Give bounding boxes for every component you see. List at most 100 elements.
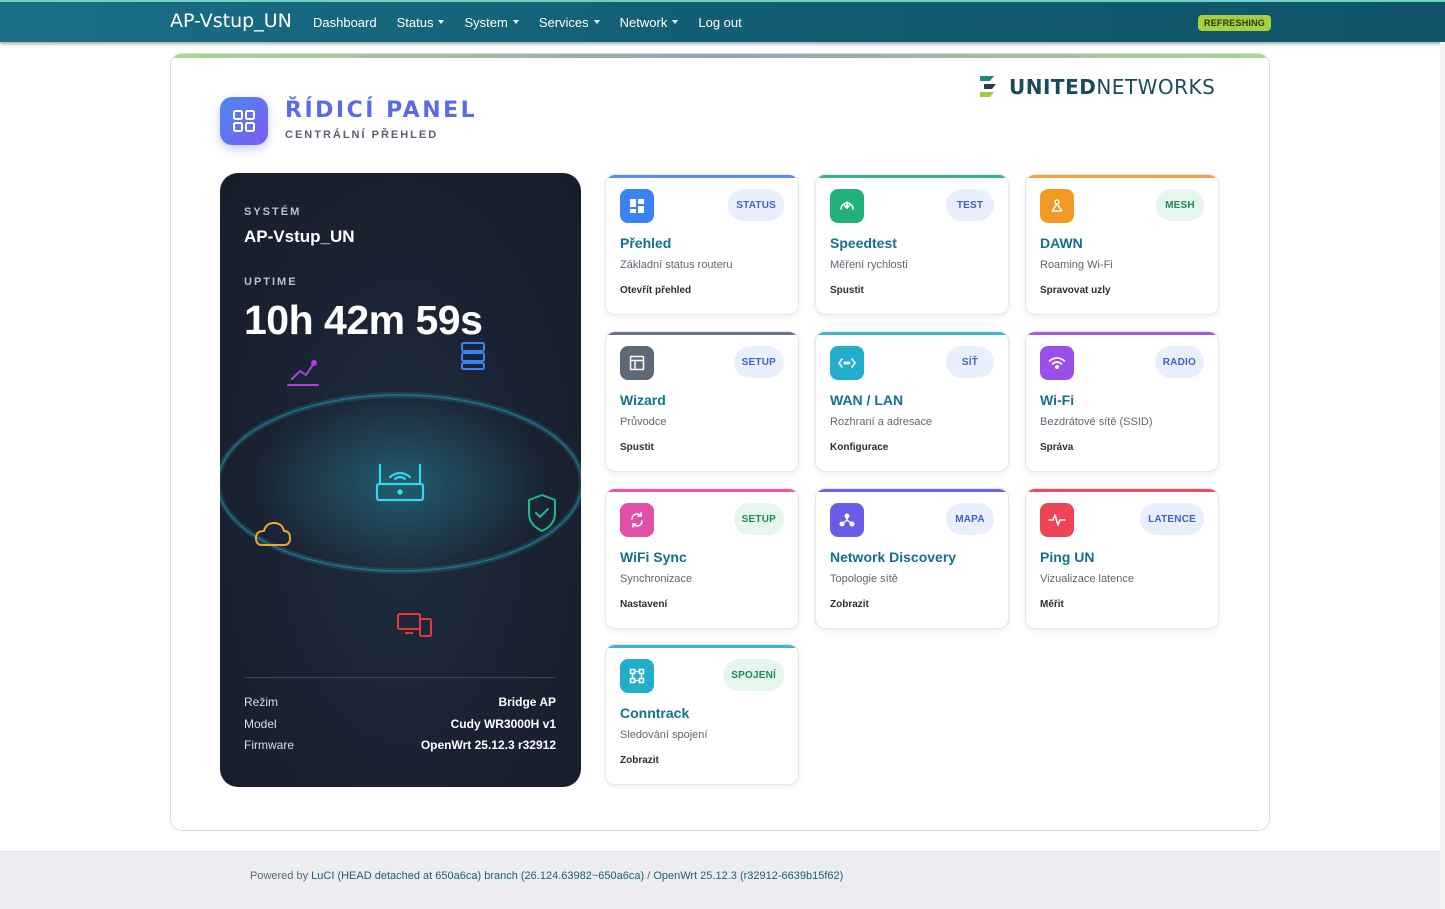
tile-title: DAWN	[1040, 235, 1083, 251]
tile-badge: MESH	[1156, 189, 1204, 221]
tile-action-link[interactable]: Otevřít přehled	[620, 285, 691, 296]
row-value: OpenWrt 25.12.3 r32912	[420, 738, 556, 752]
luci-link[interactable]: LuCI (HEAD detached at 650a6ca) branch (…	[311, 870, 644, 882]
nav-services[interactable]: Services	[539, 15, 600, 30]
row-key: Model	[244, 717, 277, 731]
tile-badge: LATENCE	[1140, 503, 1204, 535]
tile-description: Sledování spojení	[620, 729, 708, 741]
footer-powered: Powered by	[250, 870, 312, 882]
tile-badge: TEST	[946, 189, 994, 221]
tile-title: Conntrack	[620, 705, 690, 721]
row-key: Firmware	[244, 738, 294, 752]
uptime-label: UPTIME	[244, 276, 298, 288]
openwrt-link[interactable]: OpenWrt 25.12.3 (r32912-6639b15f62)	[653, 870, 843, 882]
tile-action-link[interactable]: Spravovat uzly	[1040, 285, 1111, 296]
tile-accent	[1026, 332, 1218, 335]
topology-icon	[830, 503, 864, 537]
tile-action-link[interactable]: Nastavení	[620, 599, 667, 610]
connections-icon	[620, 659, 654, 693]
tile-title: WiFi Sync	[620, 549, 687, 565]
tile-accent	[816, 175, 1008, 178]
tile-dawn[interactable]: MESH DAWN Roaming Wi-Fi Spravovat uzly	[1025, 174, 1219, 315]
system-panel: SYSTÉM AP-Vstup_UN UPTIME 10h 42m 59s Re…	[220, 173, 581, 787]
tile-wifisync[interactable]: SETUP WiFi Sync Synchronizace Nastavení	[605, 488, 799, 629]
caret-down-icon	[593, 20, 600, 24]
tile-description: Synchronizace	[620, 573, 693, 585]
footer-separator: /	[644, 870, 654, 882]
tile-action-link[interactable]: Konfigurace	[830, 442, 888, 453]
nav-label: Services	[538, 14, 589, 30]
brand-hostname[interactable]: AP-Vstup_UN	[170, 10, 292, 32]
tile-description: Roaming Wi-Fi	[1040, 259, 1113, 271]
tile-speedtest[interactable]: TEST Speedtest Měření rychlosti Spustit	[815, 174, 1009, 315]
page-scrollbar[interactable]	[1440, 42, 1445, 909]
tile-description: Topologie sítě	[830, 573, 898, 585]
tile-action-link[interactable]: Zobrazit	[830, 599, 869, 610]
system-row-mode: Režim Bridge AP	[244, 695, 556, 709]
speedtest-icon	[830, 189, 864, 223]
tile-accent	[1026, 175, 1218, 178]
tile-description: Základní status routeru	[620, 259, 733, 271]
row-key: Režim	[244, 695, 279, 709]
nav-label: Network	[619, 14, 668, 30]
tile-title: Wizard	[620, 392, 666, 408]
nav-logout[interactable]: Log out	[698, 15, 741, 30]
tile-badge: SETUP	[733, 503, 784, 535]
tile-action-link[interactable]: Měřit	[1040, 599, 1064, 610]
tile-badge: SETUP	[733, 346, 784, 378]
tile-wizard[interactable]: SETUP Wizard Průvodce Spustit	[605, 331, 799, 472]
tile-accent	[1026, 489, 1218, 492]
nav-system[interactable]: System	[464, 14, 519, 30]
tile-description: Průvodce	[620, 416, 667, 428]
system-row-firmware: Firmware OpenWrt 25.12.3 r32912	[244, 738, 556, 752]
tile-action-link[interactable]: Správa	[1040, 442, 1073, 453]
tile-conntrack[interactable]: SPOJENÍ Conntrack Sledování spojení Zobr…	[605, 644, 799, 785]
nav-network[interactable]: Network	[620, 15, 679, 30]
unitednetworks-logo: UNITEDNETWORKS	[976, 74, 1215, 100]
nav-dashboard[interactable]: Dashboard	[313, 15, 377, 30]
top-navbar: AP-Vstup_UN Dashboard Status System Serv…	[0, 0, 1445, 42]
server-icon	[461, 342, 485, 370]
nav-label: Status	[396, 14, 434, 30]
network-code-icon	[830, 346, 864, 380]
refreshing-badge[interactable]: REFRESHING	[1198, 15, 1272, 31]
tile-description: Vizualizace latence	[1040, 573, 1134, 585]
sync-icon	[620, 503, 654, 537]
tile-badge: RADIO	[1154, 346, 1204, 378]
dashboard-card: UNITEDNETWORKS ŘÍDICÍ PANEL CENTRÁLNÍ PŘ…	[170, 53, 1270, 831]
card-accent-line	[171, 54, 1269, 58]
tile-prehled[interactable]: STATUS Přehled Základní status routeru O…	[605, 174, 799, 315]
tile-title: Speedtest	[830, 235, 897, 251]
caret-down-icon	[512, 20, 519, 24]
nav-label: System	[464, 14, 508, 30]
tile-ping-un[interactable]: LATENCE Ping UN Vizualizace latence Měři…	[1025, 488, 1219, 629]
tile-network-discovery[interactable]: MAPA Network Discovery Topologie sítě Zo…	[815, 488, 1009, 629]
tile-title: Přehled	[620, 235, 672, 251]
system-hostname: AP-Vstup_UN	[244, 227, 355, 246]
pulse-icon	[1040, 503, 1074, 537]
logo-text: UNITEDNETWORKS	[1009, 75, 1216, 99]
tile-action-link[interactable]: Spustit	[830, 285, 864, 296]
tile-accent	[816, 489, 1008, 492]
wifi-icon	[1040, 346, 1074, 380]
tile-wifi[interactable]: RADIO Wi-Fi Bezdrátové sítě (SSID) Správ…	[1025, 331, 1219, 472]
tile-description: Rozhraní a adresace	[830, 416, 933, 428]
footer-text: Powered by LuCI (HEAD detached at 650a6c…	[250, 870, 843, 882]
tile-accent	[606, 175, 798, 178]
tile-accent	[606, 489, 798, 492]
system-label: SYSTÉM	[244, 206, 302, 218]
caret-down-icon	[672, 20, 679, 24]
nav-status[interactable]: Status	[397, 15, 445, 30]
system-row-model: Model Cudy WR3000H v1	[244, 717, 556, 731]
tile-accent	[606, 332, 798, 335]
tile-action-link[interactable]: Spustit	[620, 442, 654, 453]
footer: Powered by LuCI (HEAD detached at 650a6c…	[0, 851, 1440, 909]
tile-action-link[interactable]: Zobrazit	[620, 755, 659, 766]
tile-description: Bezdrátové sítě (SSID)	[1040, 416, 1153, 428]
unitednetworks-logo-icon	[980, 76, 996, 97]
tile-wanlan[interactable]: SÍŤ WAN / LAN Rozhraní a adresace Konfig…	[815, 331, 1009, 472]
tile-title: Wi-Fi	[1040, 392, 1075, 408]
row-value: Cudy WR3000H v1	[450, 717, 556, 731]
page-title: ŘÍDICÍ PANEL	[285, 98, 478, 123]
tile-accent	[816, 332, 1008, 335]
